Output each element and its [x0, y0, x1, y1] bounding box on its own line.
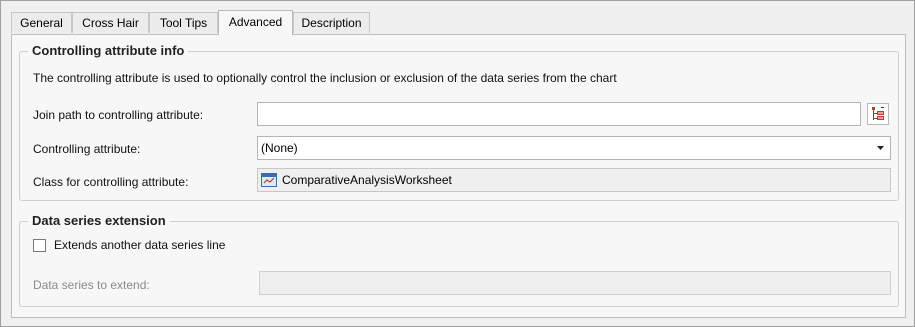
controlling-attribute-select[interactable]: (None) [257, 136, 891, 160]
extends-data-series-label[interactable]: Extends another data series line [54, 237, 225, 253]
advanced-panel: Controlling attribute info The controlli… [11, 34, 906, 318]
class-for-controlling-attribute-value: ComparativeAnalysisWorksheet [282, 173, 452, 187]
tab-description[interactable]: Description [293, 12, 370, 33]
controlling-attribute-group: Controlling attribute info The controlli… [19, 43, 899, 201]
tab-advanced[interactable]: Advanced [218, 10, 293, 35]
extends-data-series-checkbox[interactable] [33, 239, 46, 252]
join-path-picker-button[interactable] [867, 103, 889, 125]
tab-general[interactable]: General [11, 12, 72, 33]
controlling-attribute-label: Controlling attribute: [33, 142, 141, 156]
controlling-attribute-legend: Controlling attribute info [28, 43, 189, 59]
tree-picker-icon [872, 107, 884, 120]
properties-dialog: General Cross Hair Tool Tips Advanced De… [0, 0, 915, 327]
data-series-extension-group: Data series extension Extends another da… [19, 213, 899, 307]
tab-cross-hair[interactable]: Cross Hair [72, 12, 149, 33]
data-series-extension-legend: Data series extension [28, 213, 170, 229]
join-path-input[interactable] [257, 102, 861, 126]
chevron-down-icon [877, 146, 884, 150]
controlling-attribute-value: (None) [261, 141, 298, 155]
join-path-label: Join path to controlling attribute: [33, 108, 204, 122]
controlling-attribute-dropdown-button[interactable] [872, 137, 890, 159]
controlling-attribute-description: The controlling attribute is used to opt… [33, 71, 617, 85]
class-for-controlling-attribute-field: ComparativeAnalysisWorksheet [257, 168, 891, 192]
class-for-controlling-attribute-label: Class for controlling attribute: [33, 175, 189, 189]
worksheet-class-icon [261, 173, 277, 187]
data-series-to-extend-field [259, 271, 891, 295]
data-series-to-extend-label: Data series to extend: [33, 278, 150, 292]
tab-tool-tips[interactable]: Tool Tips [149, 12, 218, 33]
